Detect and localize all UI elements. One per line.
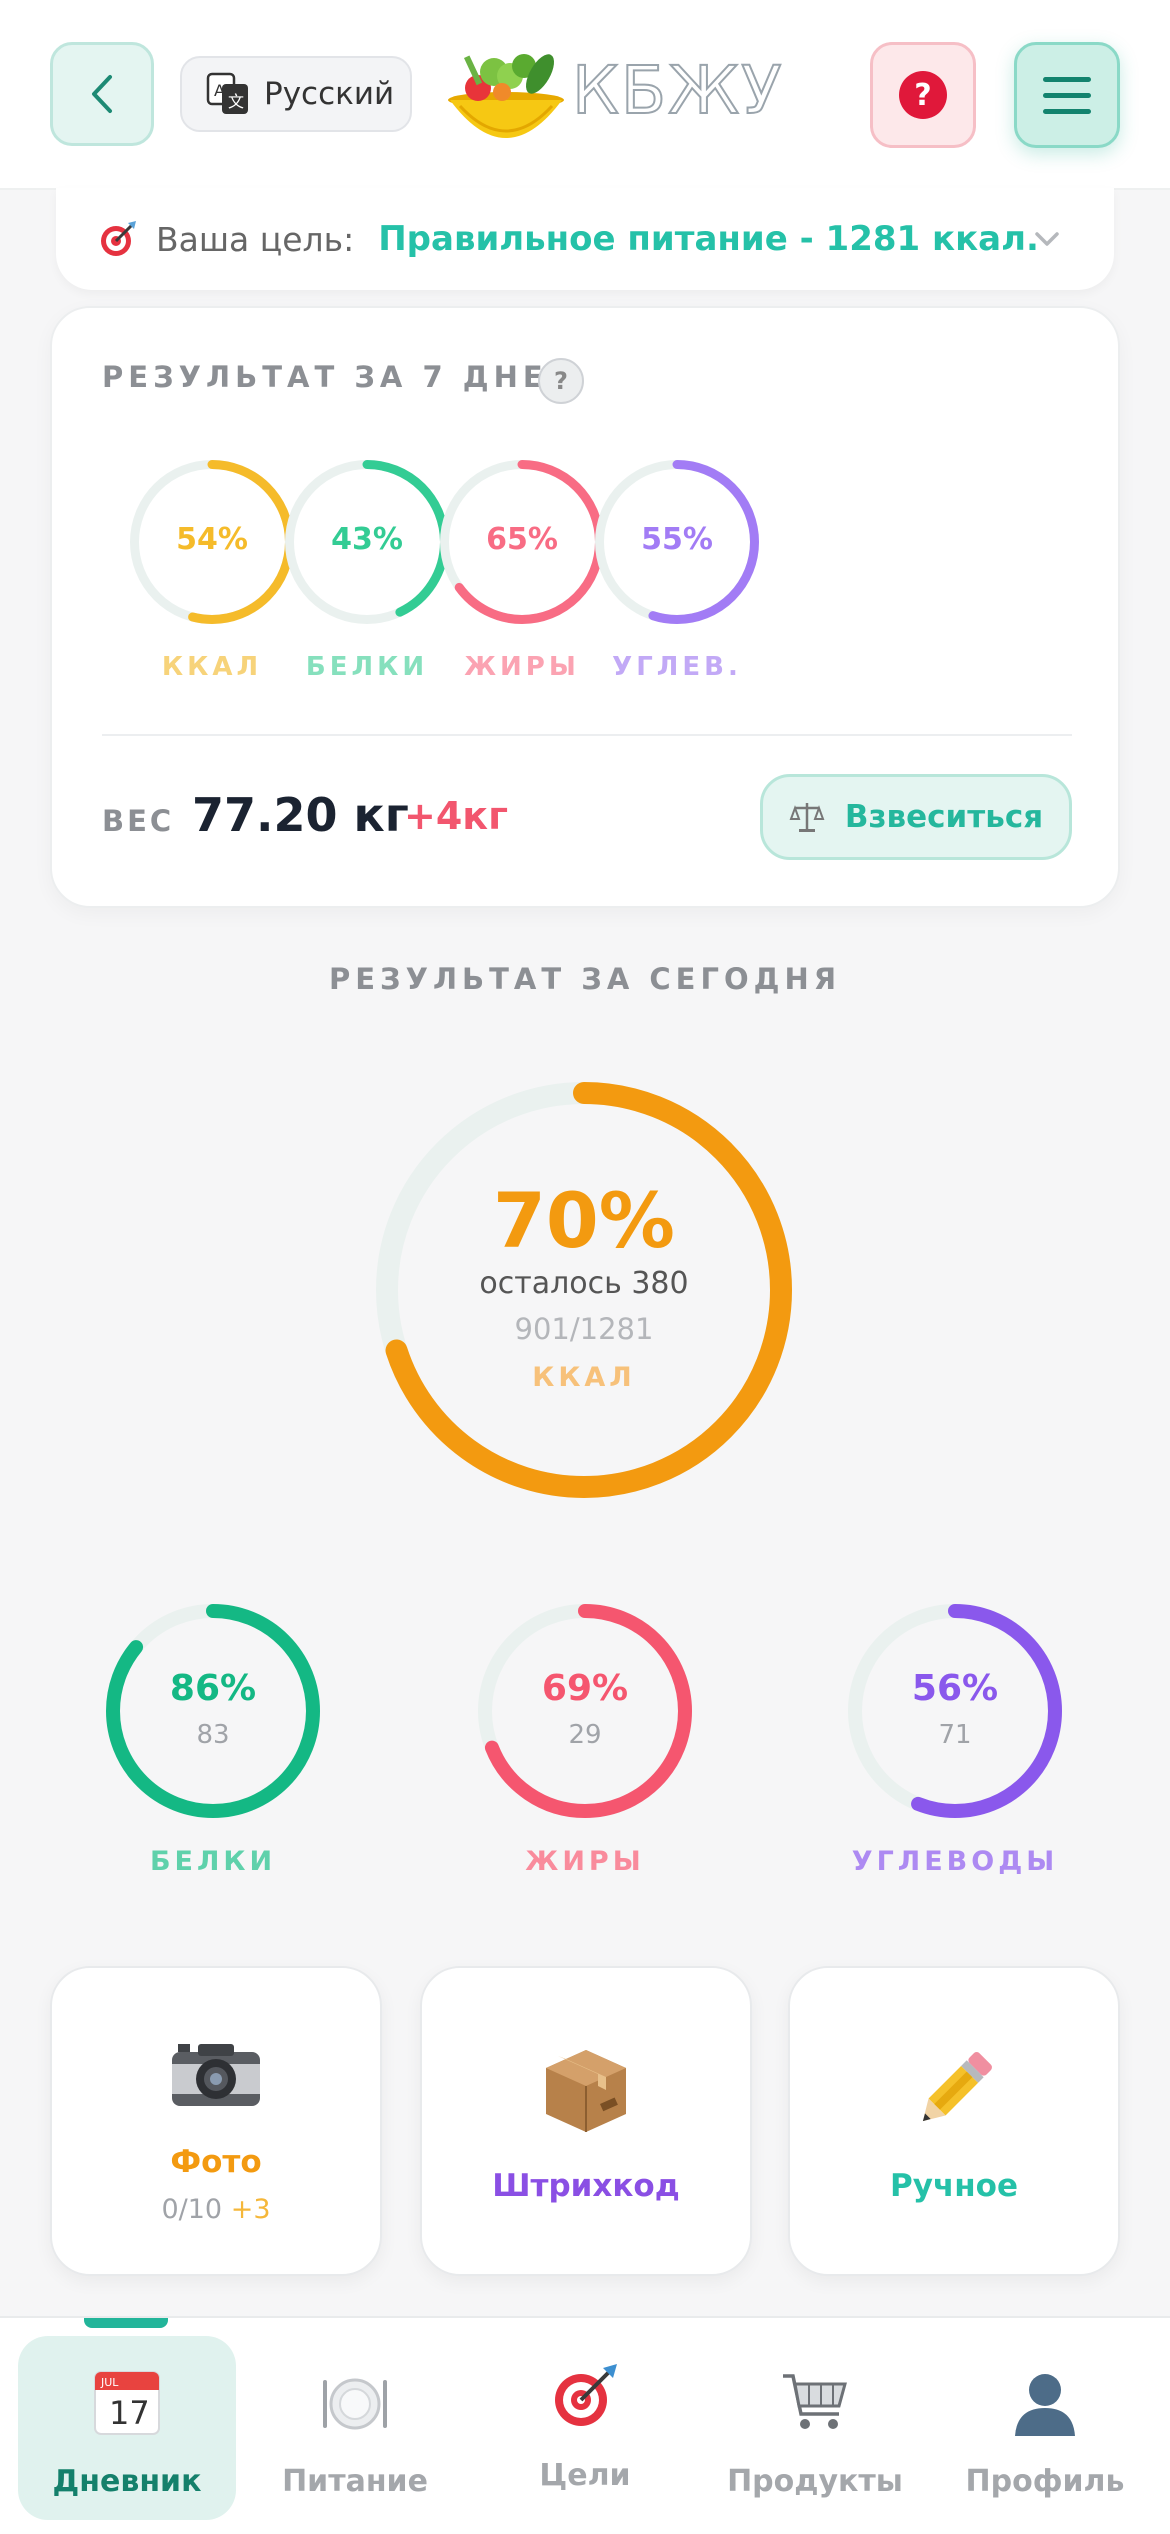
tab-products-label: Продукты	[727, 2464, 903, 2499]
macro-percent: 86%	[169, 1668, 257, 1709]
manual-label: Ручное	[890, 2168, 1018, 2204]
photo-count: 0/10	[161, 2194, 223, 2225]
camera-icon	[172, 2044, 260, 2106]
tab-diary[interactable]: JUL 17 Дневник	[18, 2336, 236, 2520]
svg-text:JUL: JUL	[100, 2376, 119, 2389]
svg-text:17: 17	[109, 2394, 150, 2432]
help-icon[interactable]: ?	[538, 358, 584, 404]
macro-label: ЖИРЫ	[525, 1846, 645, 1877]
kcal-remaining: осталось 380	[479, 1266, 689, 1301]
macro-percent: 69%	[541, 1668, 629, 1709]
plate-icon	[323, 2378, 387, 2430]
week-ring-0: 54% ККАЛ	[130, 460, 294, 682]
week-ring-3: 55% УГЛЕВ.	[595, 460, 759, 682]
tab-products[interactable]: Продукты	[706, 2336, 924, 2520]
tab-profile[interactable]: Профиль	[936, 2336, 1154, 2520]
macro-grams: 83	[196, 1720, 230, 1750]
calendar-icon: JUL 17	[94, 2371, 160, 2435]
week-ring-2: 65% ЖИРЫ	[440, 460, 604, 682]
manual-card[interactable]: Ручное	[788, 1966, 1120, 2276]
macro-ring-0	[106, 1604, 320, 1818]
kcal-ratio: 901/1281	[514, 1312, 654, 1346]
macro-grams: 29	[568, 1720, 602, 1750]
package-icon	[546, 2050, 626, 2132]
barcode-label: Штрихкод	[492, 2168, 680, 2204]
photo-bonus: +3	[230, 2194, 271, 2225]
svg-text:A: A	[214, 81, 225, 100]
macro-ring-1	[478, 1604, 692, 1818]
hamburger-line	[1043, 108, 1091, 114]
macro-label: УГЛЕВОДЫ	[851, 1846, 1059, 1877]
kcal-unit: ККАЛ	[532, 1362, 636, 1393]
weigh-button[interactable]: Взвеситься	[760, 774, 1072, 860]
week-ring-label: УГЛЕВ.	[612, 652, 742, 682]
photo-card[interactable]: Фото 0/10 +3	[50, 1966, 382, 2276]
week-ring-label: БЕЛКИ	[305, 652, 429, 682]
target-icon	[555, 2364, 617, 2426]
weigh-button-label: Взвеситься	[844, 799, 1044, 835]
goal-selector[interactable]: Ваша цель: Правильное питание - 1281 кка…	[56, 188, 1114, 290]
week-summary-card: РЕЗУЛЬТАТ ЗА 7 ДНЕЙ ? 54% ККАЛ 43% БЕЛКИ 65%…	[50, 306, 1120, 908]
tab-profile-label: Профиль	[965, 2464, 1125, 2499]
cart-icon	[783, 2374, 847, 2429]
menu-button[interactable]	[1014, 42, 1120, 148]
macro-ring-2	[848, 1604, 1062, 1818]
week-ring-label: ККАЛ	[161, 652, 263, 682]
photo-label: Фото	[170, 2144, 262, 2180]
logo-text: КБЖУ	[571, 51, 784, 130]
week-ring-percent: 65%	[486, 522, 558, 557]
photo-counter: 0/10 +3	[52, 2194, 380, 2225]
chevron-down-icon	[1035, 232, 1059, 246]
profile-icon	[1015, 2374, 1075, 2436]
macro-label: БЕЛКИ	[149, 1846, 277, 1877]
back-button[interactable]	[50, 42, 154, 146]
macro-percent: 56%	[911, 1668, 999, 1709]
question-icon: ?	[899, 71, 947, 119]
tab-goals[interactable]: Цели	[476, 2336, 694, 2520]
top-bar: A 文 Русский КБЖУ ?	[0, 0, 1170, 190]
divider	[102, 734, 1072, 736]
tab-nutrition-label: Питание	[282, 2464, 428, 2499]
help-button[interactable]: ?	[870, 42, 976, 148]
tab-bar: JUL 17 Дневник Питание Цели Продукты Про…	[0, 2316, 1170, 2534]
hamburger-icon	[1043, 76, 1091, 82]
week-ring-percent: 55%	[641, 522, 713, 557]
tab-goals-label: Цели	[539, 2458, 631, 2493]
svg-text:文: 文	[228, 92, 244, 111]
week-ring-percent: 43%	[331, 522, 403, 557]
goal-label: Ваша цель:	[156, 219, 355, 259]
translate-icon: A 文	[206, 72, 248, 114]
today-title: РЕЗУЛЬТАТ ЗА СЕГОДНЯ	[328, 962, 842, 996]
macro-grams: 71	[938, 1720, 972, 1750]
week-ring-1: 43% БЕЛКИ	[285, 460, 449, 682]
barcode-card[interactable]: Штрихкод	[420, 1966, 752, 2276]
tab-diary-label: Дневник	[52, 2464, 202, 2499]
language-label: Русский	[264, 76, 395, 112]
week-ring-percent: 54%	[176, 522, 248, 557]
pencil-icon	[922, 2052, 992, 2122]
kcal-percent: 70%	[493, 1176, 675, 1265]
weight-delta: +4кг	[404, 794, 508, 838]
week-ring-label: ЖИРЫ	[464, 652, 580, 682]
language-selector[interactable]: A 文 Русский	[180, 56, 412, 132]
hamburger-line	[1043, 92, 1091, 98]
weight-label: ВЕС	[102, 804, 175, 838]
target-icon	[101, 221, 136, 256]
week-title: РЕЗУЛЬТАТ ЗА 7 ДНЕЙ	[102, 360, 577, 394]
active-tab-indicator	[84, 2318, 168, 2328]
scales-icon	[789, 803, 825, 832]
chevron-left-icon	[92, 75, 112, 113]
tab-nutrition[interactable]: Питание	[246, 2336, 464, 2520]
weight-value: 77.20 кг	[192, 788, 409, 842]
goal-value: Правильное питание - 1281 ккал.	[378, 219, 1039, 259]
